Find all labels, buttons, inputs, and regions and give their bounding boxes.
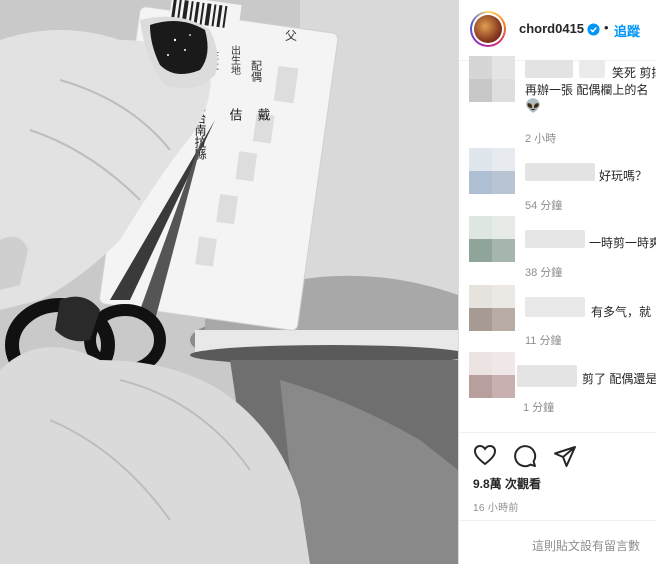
comments-disabled-text: 這則貼文設有留言數 (532, 539, 641, 553)
verified-badge-icon (587, 23, 600, 36)
author-avatar[interactable] (470, 11, 506, 47)
comment-bubble-icon[interactable] (513, 444, 537, 468)
blurred-username (525, 60, 573, 78)
comment-time: 1 分鐘 (523, 402, 555, 414)
card-label-birthplace: 出生地 (229, 44, 241, 75)
blurred-username (525, 163, 595, 181)
post-header: chord0415 • 追蹤 (459, 0, 656, 61)
comment-avatar[interactable] (469, 148, 515, 194)
comment-avatar[interactable] (469, 285, 515, 331)
comment-avatar[interactable] (469, 352, 515, 398)
blurred-text (579, 60, 605, 78)
comment-text-line2: 再辦一張 配偶欄上的名 (525, 83, 649, 97)
card-value-given-name: 佶 (227, 108, 243, 121)
comment-text: 一時剪一時爽 (589, 236, 656, 250)
blurred-username (525, 230, 585, 248)
alien-emoji: 👽 (525, 98, 542, 113)
comment-time: 38 分鐘 (525, 267, 563, 279)
card-label-father: 父 (285, 29, 297, 43)
comment-text: 剪了 配偶還是 (582, 372, 656, 386)
comment-time: 2 小時 (525, 133, 557, 145)
comment-time: 11 分鐘 (525, 335, 562, 347)
post-sidebar: chord0415 • 追蹤 笑死 剪掉 再辦一張 配偶欄上的名 👽 2 小時 (458, 0, 656, 564)
comments-disabled-bar: 這則貼文設有留言數 (459, 520, 656, 564)
comment-text: 笑死 剪掉 (612, 66, 656, 80)
comment-time: 54 分鐘 (525, 200, 563, 212)
comment-text: 有多气，就 (591, 305, 652, 319)
card-label-spouse: 配偶 (250, 60, 263, 83)
post-video[interactable]: 父 配偶 出生地 戴 佶 住址 臺灣台南拉縣 (0, 0, 458, 564)
view-count[interactable]: 9.8萬 次觀看 (473, 475, 541, 492)
comment-avatar[interactable] (469, 216, 515, 262)
comment-text: 好玩嗎？ (599, 169, 648, 183)
like-heart-icon[interactable] (473, 444, 497, 466)
blurred-username (525, 297, 585, 317)
share-send-icon[interactable] (553, 444, 577, 468)
card-value-surname: 戴 (255, 108, 271, 122)
video-frame: 父 配偶 出生地 戴 佶 住址 臺灣台南拉縣 (0, 0, 458, 564)
header-separator: • (604, 20, 609, 35)
blurred-username (517, 365, 577, 387)
follow-button[interactable]: 追蹤 (614, 21, 640, 40)
post-timestamp[interactable]: 16 小時前 (473, 499, 519, 514)
comment-avatar[interactable] (469, 56, 515, 102)
author-username[interactable]: chord0415 (519, 21, 584, 36)
